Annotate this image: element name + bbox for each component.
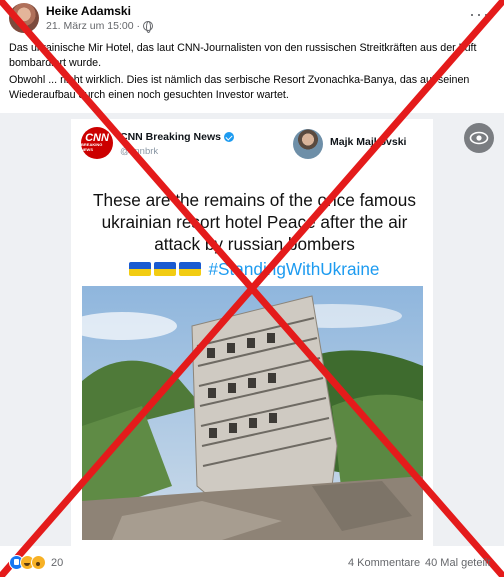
ukraine-flag-icon (154, 262, 177, 276)
tweet-text: These are the remains of the once famous… (93, 190, 416, 254)
shares-count[interactable]: 40 Mal geteilt (425, 557, 490, 569)
cnn-logo-text: CNN (85, 132, 109, 144)
wow-icon (31, 555, 46, 570)
reactions-summary[interactable]: 20 (9, 555, 63, 570)
comments-count[interactable]: 4 Kommentare (348, 557, 420, 569)
author-name[interactable]: Heike Adamski (46, 4, 131, 18)
cnn-logo: CNN BREAKING NEWS (81, 127, 113, 159)
sensitive-content-toggle[interactable] (464, 123, 494, 153)
reaction-count: 20 (51, 556, 64, 569)
tweet-handle: @cnnbrk (120, 146, 159, 157)
reply-name: Majk Majkovski (330, 136, 407, 148)
post-paragraph-1: Das ukrainische Mir Hotel, das laut CNN-… (9, 42, 477, 69)
tweet-screenshot: CNN BREAKING NEWS CNN Breaking News @cnn… (71, 119, 433, 546)
post-image[interactable]: CNN BREAKING NEWS CNN Breaking News @cnn… (0, 113, 504, 546)
ukraine-flag-icon (129, 262, 152, 276)
tweet-hashtag: #StandingWithUkraine (208, 259, 380, 279)
post-header: Heike Adamski 21. März um 15:00 · ··· (0, 0, 504, 38)
eye-icon (469, 131, 489, 145)
post-timestamp[interactable]: 21. März um 15:00 · (46, 20, 140, 32)
hotel-ruins-photo (82, 286, 423, 540)
ukraine-flag-icon (179, 262, 202, 276)
more-options-icon[interactable]: ··· (469, 4, 490, 25)
reply-avatar (293, 129, 323, 159)
post-meta: 21. März um 15:00 · (46, 20, 153, 33)
author-avatar[interactable] (9, 3, 39, 33)
post-footer: 20 4 Kommentare 40 Mal geteilt (0, 551, 504, 577)
post-paragraph-2: Obwohl ... nicht wirklich. Dies ist näml… (9, 74, 470, 101)
tweet-hashtag-line: #StandingWithUkraine (82, 258, 427, 280)
cnn-logo-subtext: BREAKING NEWS (81, 142, 103, 152)
tweet-account-name: CNN Breaking News (120, 131, 234, 143)
tweet-account-name-text: CNN Breaking News (120, 131, 221, 143)
verified-icon (223, 132, 234, 142)
globe-icon (142, 21, 153, 33)
